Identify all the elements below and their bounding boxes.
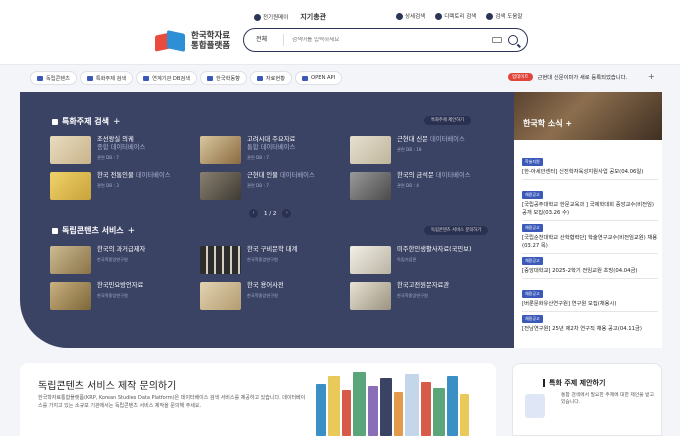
card-thumbnail	[350, 172, 391, 200]
db-icon	[143, 75, 150, 81]
news-header: 한국학 소식 +	[514, 92, 662, 140]
api-icon	[301, 75, 308, 81]
news-item[interactable]: 학술지원 [한-아세안센터] 신진학자육성지원사업 공모(04.06일)	[522, 148, 658, 180]
notice-text: 근현대 신문이미가 새로 등록되었습니다.	[537, 75, 628, 81]
card-thumbnail	[200, 136, 241, 164]
special-section-title: 특화주제 검색 +	[52, 116, 121, 127]
indep-inquiry-button[interactable]: 독립콘텐츠 서비스 문의하기	[424, 226, 489, 235]
notice-ticker[interactable]: 업데이트 근현대 신문이미가 새로 등록되었습니다. +	[508, 72, 655, 81]
news-item[interactable]: 채용공고 [중앙대학교] 2025-2학기 전임교원 초빙(04.04금)	[522, 247, 658, 279]
card-thumbnail	[50, 136, 91, 164]
directory-icon	[435, 12, 443, 20]
plus-icon[interactable]: +	[565, 119, 572, 128]
card-thumbnail	[350, 246, 391, 274]
search-tools: 상세검색 디렉토리 검색 검색 도움말	[396, 12, 522, 20]
nav-special-search[interactable]: 특화주제 검색	[79, 71, 134, 85]
suggest-text: 통합 검색에서 필요한 주제에 대한 제안을 받고 있습니다.	[561, 393, 655, 405]
search-input[interactable]	[284, 37, 492, 43]
special-card[interactable]: 근현대 신문 데이터베이스 관련 DB : 18	[350, 136, 498, 166]
help-icon	[486, 12, 494, 20]
special-card[interactable]: 조선왕실 의궤 종합 데이터베이스 관련 DB : 7	[50, 136, 198, 166]
document-icon	[525, 394, 545, 418]
special-suggest-button[interactable]: 특화주제 제안하기	[424, 116, 471, 125]
nav-status[interactable]: 자료현황	[249, 71, 292, 85]
special-card[interactable]: 한국 전통인물 데이터베이스 관련 DB : 3	[50, 172, 198, 202]
card-thumbnail	[50, 282, 91, 310]
special-card[interactable]: 근현대 인물 데이터베이스 관련 DB : 7	[200, 172, 348, 202]
indep-card[interactable]: 한국 용어사전 한국학중앙연구원	[200, 282, 348, 312]
top-link-main[interactable]: 지기총관	[300, 12, 326, 22]
nav-linked-db[interactable]: 연계기관 DB검색	[136, 71, 198, 85]
news-panel: 한국학 소식 + 학술지원 [한-아세안센터] 신진학자육성지원사업 공모(04.…	[514, 92, 662, 348]
pager-text: 1 / 2	[264, 210, 277, 217]
news-title[interactable]: 한국학 소식 +	[523, 118, 572, 129]
keyboard-icon[interactable]	[492, 37, 502, 43]
directory-search-link[interactable]: 디렉토리 검색	[435, 12, 476, 20]
search-help-link[interactable]: 검색 도움말	[486, 12, 522, 20]
plus-icon[interactable]: +	[113, 117, 121, 127]
logo-line1: 한국학자료	[191, 31, 231, 41]
top-links: 전기원메이 지기총관	[254, 12, 326, 22]
search-detail-icon	[396, 12, 403, 20]
search-scope-select[interactable]: 전체	[244, 34, 284, 46]
card-thumbnail	[200, 172, 241, 200]
status-icon	[256, 75, 263, 81]
detail-search-link[interactable]: 상세검색	[396, 12, 425, 20]
indep-card[interactable]: 한국고전원문자료관 한국학중앙연구원	[350, 282, 498, 312]
section-square-icon	[52, 118, 58, 125]
card-thumbnail	[200, 246, 241, 274]
nav-indep-content[interactable]: 독립콘텐츠	[30, 71, 77, 85]
content-icon	[37, 75, 43, 81]
card-thumbnail	[350, 282, 391, 310]
logo-line2: 통합플랫폼	[191, 41, 231, 51]
plus-icon[interactable]: +	[128, 226, 136, 236]
plus-icon[interactable]: +	[648, 72, 655, 81]
indep-card[interactable]: 한국 구비문학 대계 한국학중앙연구원	[200, 246, 348, 276]
suggest-title: 특화 주제 제안하기	[549, 379, 606, 387]
indep-section-title: 독립콘텐츠 서비스 +	[52, 225, 135, 236]
search-icon[interactable]	[508, 35, 518, 45]
title-bar-icon	[543, 379, 545, 387]
books-illustration	[316, 367, 469, 436]
special-pager: ‹ 1 / 2 ›	[249, 209, 292, 218]
logo-book-icon	[155, 30, 187, 52]
banner-title: 독립콘텐츠 서비스 제작 문의하기	[38, 381, 177, 392]
chevron-left-icon[interactable]: ‹	[249, 209, 258, 218]
special-card[interactable]: 고려시대 주요자료 통합 데이터베이스 관련 DB : 7	[200, 136, 348, 166]
indep-card[interactable]: 미주한인생활사자료(국민보) 독립기념관	[350, 246, 498, 276]
notice-tag: 업데이트	[508, 73, 533, 81]
card-thumbnail	[50, 246, 91, 274]
section-square-icon	[52, 227, 58, 234]
chevron-right-icon[interactable]: ›	[282, 209, 292, 218]
indep-inquiry-banner[interactable]: 독립콘텐츠 서비스 제작 문의하기 한국학자료통합플랫폼(KRP, Korean…	[20, 363, 496, 436]
search-bar: 전체	[243, 28, 528, 52]
news-item[interactable]: 채용공고 [전남연구원] 25년 제2차 연구직 채용 공고(04.11금)	[522, 305, 658, 333]
banner-text: 한국학자료통합플랫폼(KRP, Korean Studies Data Plat…	[38, 395, 306, 409]
card-thumbnail	[50, 172, 91, 200]
card-thumbnail	[200, 282, 241, 310]
site-logo[interactable]: 한국학자료 통합플랫폼	[155, 30, 230, 52]
special-card[interactable]: 한국의 금석문 데이터베이스 관련 DB : 4	[350, 172, 498, 202]
user-icon	[254, 13, 261, 21]
indep-card[interactable]: 한국의 과거급제자 한국학중앙연구원	[50, 246, 198, 276]
trend-icon	[207, 75, 214, 81]
indep-card[interactable]: 한국민요방언자료 한국학중앙연구원	[50, 282, 198, 312]
nav-trends[interactable]: 한국학동향	[200, 71, 247, 85]
content-panel: 특화주제 검색 + 특화주제 제안하기 조선왕실 의궤 종합 데이터베이스 관련 DB…	[20, 92, 514, 348]
special-suggest-banner[interactable]: 특화 주제 제안하기 통합 검색에서 필요한 주제에 대한 제안을 받고 있습니…	[512, 363, 662, 436]
nav-open-api[interactable]: OPEN API	[294, 71, 343, 85]
site-header: 한국학자료 통합플랫폼 전기원메이 지기총관 상세검색 디렉토리 검색 검색 도…	[0, 0, 680, 64]
main-nav: 독립콘텐츠 특화주제 검색 연계기관 DB검색 한국학동향 자료현황 OPEN …	[0, 64, 680, 90]
top-link-member[interactable]: 전기원메이	[254, 13, 288, 21]
card-thumbnail	[350, 136, 391, 164]
special-icon	[86, 75, 93, 81]
